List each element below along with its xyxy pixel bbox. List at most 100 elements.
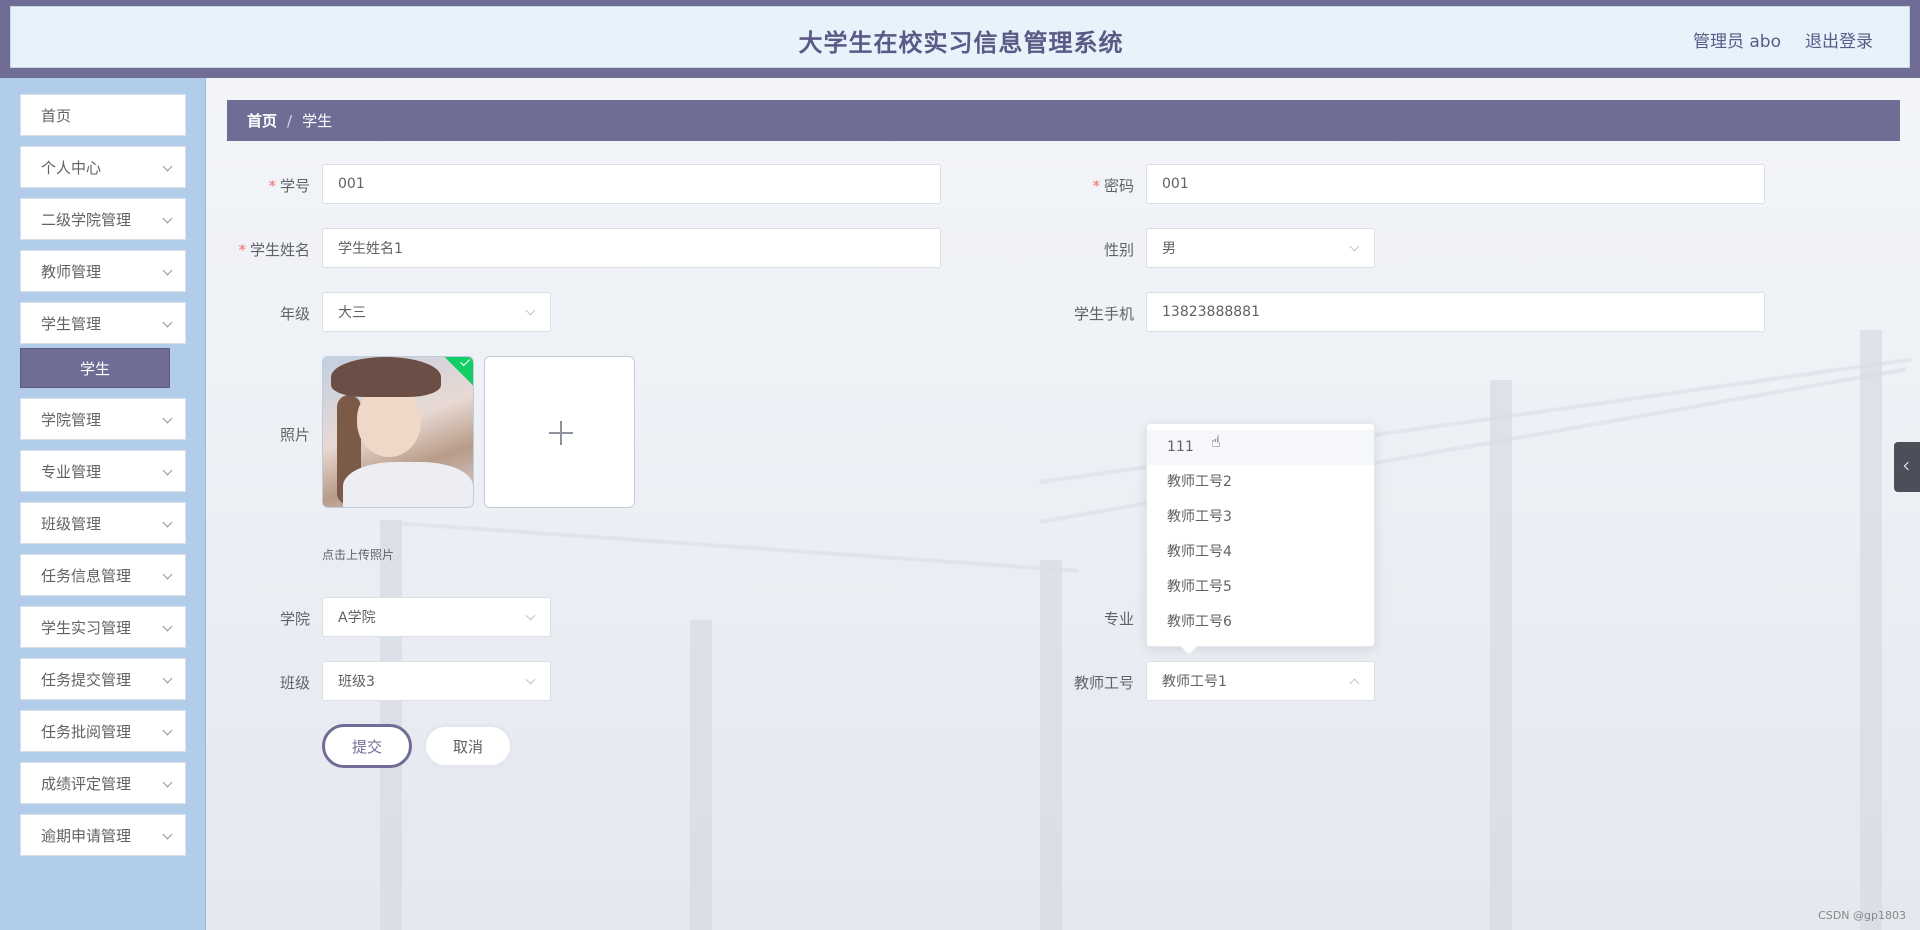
sidebar-item-label: 任务信息管理 — [41, 566, 132, 585]
sidebar-item[interactable]: 学院管理 — [20, 398, 186, 440]
sidebar-item[interactable]: 任务批阅管理 — [20, 710, 186, 752]
class-select[interactable]: 班级3 — [322, 661, 551, 701]
top-header: 大学生在校实习信息管理系统 管理员 abo 退出登录 — [0, 0, 1920, 78]
photo-shirt — [343, 462, 473, 507]
upload-tip: 点击上传照片 — [322, 548, 395, 562]
sidebar-item[interactable]: 任务提交管理 — [20, 658, 186, 700]
submit-button[interactable]: 提交 — [322, 724, 412, 768]
chevron-left-icon — [1903, 461, 1913, 471]
required-mark: * — [1092, 177, 1100, 195]
sidebar-item-label: 任务提交管理 — [41, 670, 132, 689]
student-id-label: * 学号 — [180, 175, 310, 196]
chevron-down-icon — [1349, 241, 1360, 252]
watermark: CSDN @gp1803 — [1818, 909, 1906, 922]
sidebar: 首页个人中心二级学院管理 教师管理学生管理学生学院管理专业管理班级管理任务信息管理… — [0, 78, 206, 930]
sidebar-item[interactable]: 个人中心 — [20, 146, 186, 188]
college-value: A学院 — [338, 610, 376, 626]
dropdown-option[interactable]: 教师工号2 — [1147, 465, 1374, 500]
chevron-down-icon — [162, 673, 173, 684]
chevron-down-icon — [525, 305, 536, 316]
gender-select[interactable]: 男 — [1146, 228, 1375, 268]
chevron-down-icon — [162, 621, 173, 632]
gender-label: 性别 — [1103, 241, 1134, 259]
phone-input[interactable]: 13823888881 — [1146, 292, 1765, 332]
plus-icon-vertical — [560, 421, 562, 445]
sidebar-item-label: 二级学院管理 — [41, 210, 132, 229]
sidebar-item[interactable]: 二级学院管理 — [20, 198, 186, 240]
class-label: 班级 — [279, 674, 310, 692]
sidebar-item[interactable]: 逾期申请管理 — [20, 814, 186, 856]
sidebar-item[interactable]: 学生管理 — [20, 302, 186, 344]
breadcrumb-home[interactable]: 首页 — [247, 110, 277, 131]
dropdown-options: 111 教师工号2 教师工号3 教师工号4 教师工号5 教师工号6 — [1147, 430, 1374, 640]
teacher-id-value: 教师工号1 — [1162, 674, 1227, 690]
college-label: 学院 — [279, 610, 310, 628]
cancel-button[interactable]: 取消 — [423, 724, 513, 768]
major-label: 专业 — [1103, 610, 1134, 628]
sidebar-item-label: 教师管理 — [41, 262, 102, 281]
sidebar-item-label: 个人中心 — [41, 158, 102, 177]
grade-select[interactable]: 大三 — [322, 292, 551, 332]
sidebar-item[interactable]: 任务信息管理 — [20, 554, 186, 596]
chevron-down-icon — [162, 161, 173, 172]
college-select[interactable]: A学院 — [322, 597, 551, 637]
student-name-label: * 学生姓名 — [180, 239, 310, 260]
password-value: 001 — [1162, 176, 1189, 192]
sidebar-item-label: 首页 — [41, 106, 72, 125]
side-panel-toggle[interactable] — [1894, 442, 1920, 492]
required-mark: * — [268, 177, 276, 195]
photo-cap — [331, 357, 441, 397]
sidebar-item-label: 任务批阅管理 — [41, 722, 132, 741]
grade-label: 年级 — [279, 305, 310, 323]
check-icon — [460, 357, 471, 367]
chevron-up-icon — [1349, 678, 1360, 689]
student-name-input[interactable]: 学生姓名1 — [322, 228, 941, 268]
sidebar-item-label: 专业管理 — [41, 462, 102, 481]
student-id-input[interactable]: 001 — [322, 164, 941, 204]
student-id-label-text: 学号 — [279, 177, 310, 195]
sidebar-item-label: 学生实习管理 — [41, 618, 132, 637]
chevron-down-icon — [162, 777, 173, 788]
uploaded-photo[interactable] — [322, 356, 474, 508]
upload-photo-button[interactable] — [484, 356, 635, 508]
phone-label: 学生手机 — [1073, 305, 1134, 323]
sidebar-item[interactable]: 班级管理 — [20, 502, 186, 544]
sidebar-item[interactable]: 首页 — [20, 94, 186, 136]
breadcrumb-current: 学生 — [302, 112, 333, 130]
sidebar-item[interactable]: 成绩评定管理 — [20, 762, 186, 804]
required-mark: * — [238, 241, 246, 259]
sidebar-item-label: 班级管理 — [41, 514, 102, 533]
chevron-down-icon — [162, 265, 173, 276]
chevron-down-icon — [162, 413, 173, 424]
sidebar-item[interactable]: 专业管理 — [20, 450, 186, 492]
teacher-id-label: 教师工号 — [1073, 674, 1134, 692]
teacher-id-select[interactable]: 教师工号1 — [1146, 661, 1375, 701]
student-name-value: 学生姓名1 — [338, 241, 403, 257]
password-input[interactable]: 001 — [1146, 164, 1765, 204]
dropdown-option[interactable]: 111 — [1147, 430, 1374, 465]
teacher-id-dropdown: 111 教师工号2 教师工号3 教师工号4 教师工号5 教师工号6 — [1146, 423, 1375, 656]
sidebar-subitem-student[interactable]: 学生 — [20, 348, 170, 388]
sidebar-item[interactable]: 学生实习管理 — [20, 606, 186, 648]
upload-success-badge — [442, 357, 473, 388]
dropdown-option[interactable]: 教师工号6 — [1147, 605, 1374, 640]
dropdown-option[interactable]: 教师工号4 — [1147, 535, 1374, 570]
sidebar-item[interactable]: 教师管理 — [20, 250, 186, 292]
class-value: 班级3 — [338, 674, 375, 690]
hand-cursor-icon: ☝ — [1211, 432, 1221, 451]
dropdown-option[interactable]: 教师工号5 — [1147, 570, 1374, 605]
sidebar-item-label: 学院管理 — [41, 410, 102, 429]
gender-value: 男 — [1162, 241, 1176, 257]
student-name-label-text: 学生姓名 — [249, 241, 310, 259]
sidebar-item-label: 学生管理 — [41, 314, 102, 333]
system-title: 大学生在校实习信息管理系统 — [798, 29, 1124, 57]
student-id-value: 001 — [338, 176, 365, 192]
logout-link[interactable]: 退出登录 — [1805, 27, 1873, 52]
sidebar-item-label: 成绩评定管理 — [41, 774, 132, 793]
chevron-down-icon — [162, 317, 173, 328]
dropdown-option[interactable]: 教师工号3 — [1147, 500, 1374, 535]
photo-label: 照片 — [279, 426, 310, 444]
current-user: 管理员 abo — [1692, 32, 1781, 52]
password-label-text: 密码 — [1103, 177, 1134, 195]
breadcrumb-separator: / — [287, 111, 293, 130]
